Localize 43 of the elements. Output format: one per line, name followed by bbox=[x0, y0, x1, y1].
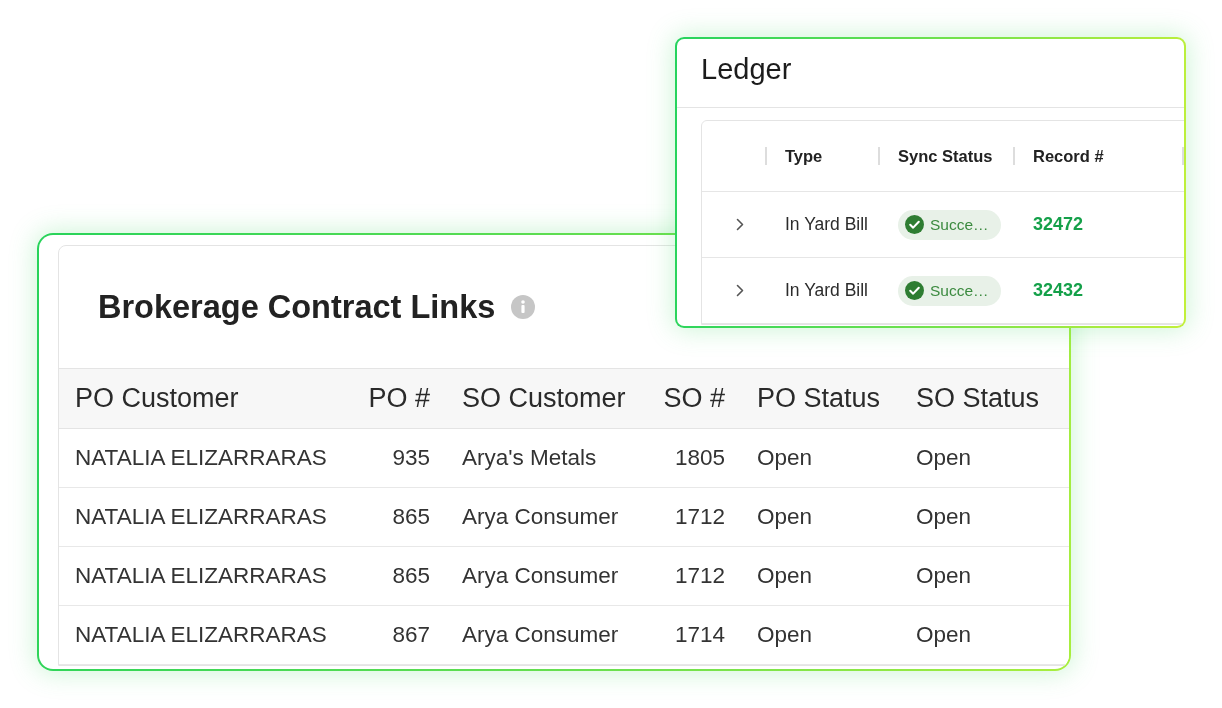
table-cell-text: NATALIA ELIZARRARAS bbox=[74, 563, 328, 589]
table-cell-text: Open bbox=[756, 563, 814, 589]
table-cell-text: 1712 bbox=[673, 563, 726, 589]
column-header[interactable]: PO # bbox=[352, 383, 446, 414]
table-cell-text: Arya Consumer bbox=[461, 504, 620, 530]
table-cell-text: 1714 bbox=[673, 622, 726, 648]
column-header[interactable]: PO Status bbox=[741, 383, 897, 414]
column-header[interactable]: SO Customer bbox=[446, 383, 642, 414]
table-cell-text: Open bbox=[915, 504, 973, 530]
column-header[interactable]: Sync Status bbox=[898, 146, 993, 166]
table-cell-text: Open bbox=[915, 622, 973, 648]
table-cell-text: Open bbox=[915, 563, 973, 589]
panel-title: Brokerage Contract Links bbox=[98, 288, 496, 326]
table-cell: In Yard Bill bbox=[785, 214, 868, 235]
check-circle-icon bbox=[905, 281, 924, 300]
column-header[interactable]: SO Status bbox=[900, 383, 1056, 414]
column-header[interactable]: PO Customer bbox=[59, 383, 255, 414]
table-cell-text: 865 bbox=[391, 504, 431, 530]
check-circle-icon bbox=[905, 215, 924, 234]
table-cell-text: Open bbox=[915, 445, 973, 471]
table-cell-text: 867 bbox=[391, 622, 431, 648]
table-cell-text: NATALIA ELIZARRARAS bbox=[74, 622, 328, 648]
table-cell: In Yard Bill bbox=[785, 280, 868, 301]
panel-title: Ledger bbox=[701, 52, 793, 87]
chevron-right-icon[interactable] bbox=[736, 284, 744, 297]
status-badge: Succe… bbox=[898, 275, 1001, 306]
table-cell-text: NATALIA ELIZARRARAS bbox=[74, 504, 328, 530]
table-cell-text: Arya's Metals bbox=[461, 445, 598, 471]
table-cell-text: Open bbox=[756, 622, 814, 648]
table-cell-text: Open bbox=[756, 445, 814, 471]
column-header[interactable]: Type bbox=[785, 146, 823, 166]
table-cell-text: 1712 bbox=[673, 504, 726, 530]
table-cell-text: Open bbox=[756, 504, 814, 530]
column-header[interactable]: SO # bbox=[647, 383, 741, 414]
table-cell-text: Arya Consumer bbox=[461, 563, 620, 589]
table-cell-text: Arya Consumer bbox=[461, 622, 620, 648]
table-cell-text: NATALIA ELIZARRARAS bbox=[74, 445, 328, 471]
column-header[interactable]: Record # bbox=[1033, 146, 1104, 166]
table-cell-text: 865 bbox=[391, 563, 431, 589]
status-badge: Succe… bbox=[898, 209, 1001, 240]
table-cell-text: 1805 bbox=[673, 445, 726, 471]
table-cell-text: 935 bbox=[391, 445, 431, 471]
chevron-right-icon[interactable] bbox=[736, 218, 744, 231]
